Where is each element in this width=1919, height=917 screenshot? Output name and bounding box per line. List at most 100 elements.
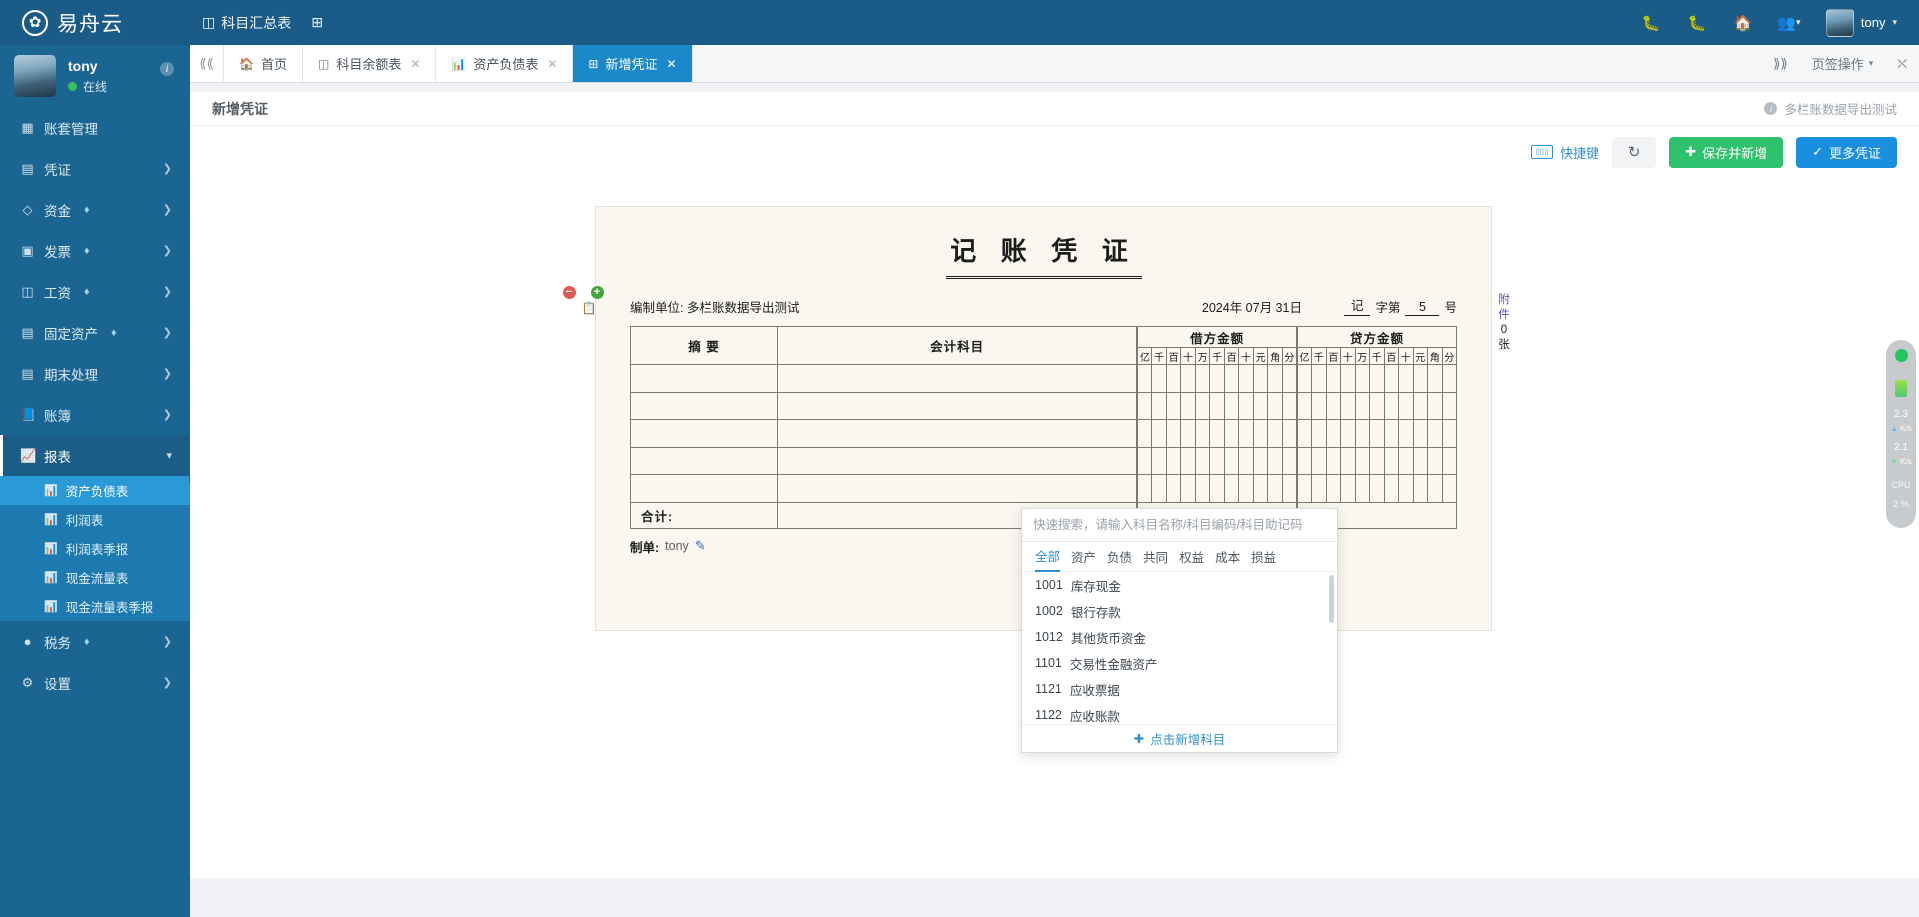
voucher-account-cell[interactable] — [777, 446, 1138, 475]
voucher-debit-digit-cell[interactable] — [1151, 446, 1167, 475]
sidebar-user[interactable]: tony 在线 i — [0, 45, 190, 107]
sidebar-item-account-sets[interactable]: ▦ 账套管理 — [0, 107, 190, 148]
voucher-debit-digit-cell[interactable] — [1267, 446, 1283, 475]
voucher-credit-digit-cell[interactable] — [1340, 391, 1356, 420]
voucher-credit-digit-cell[interactable] — [1383, 364, 1399, 393]
scrollbar-thumb[interactable] — [1329, 575, 1334, 623]
copy-icon[interactable]: 📋 — [582, 301, 597, 315]
voucher-credit-digit-cell[interactable] — [1427, 474, 1443, 503]
voucher-credit-digit-cell[interactable] — [1441, 364, 1457, 393]
voucher-attachment[interactable]: 附件 0 张 — [1493, 293, 1515, 353]
close-icon[interactable]: ✕ — [410, 57, 420, 71]
voucher-debit-digit-cell[interactable] — [1180, 419, 1196, 448]
voucher-summary-cell[interactable] — [630, 419, 778, 448]
voucher-credit-digit-cell[interactable] — [1398, 474, 1414, 503]
tab-new-voucher[interactable]: ⊞ 新增凭证 ✕ — [573, 45, 693, 82]
header-user-menu[interactable]: tony ▾ — [1812, 8, 1905, 37]
voucher-credit-digit-cell[interactable] — [1427, 391, 1443, 420]
voucher-credit-digit-cell[interactable] — [1296, 391, 1312, 420]
voucher-credit-digit-cell[interactable] — [1296, 364, 1312, 393]
voucher-credit-digit-cell[interactable] — [1412, 474, 1428, 503]
voucher-debit-digit-cell[interactable] — [1238, 391, 1254, 420]
voucher-credit-digit-cell[interactable] — [1412, 419, 1428, 448]
sidebar-item-balance-sheet[interactable]: 📊 资产负债表 — [0, 476, 190, 505]
info-icon[interactable]: i — [160, 62, 174, 76]
voucher-debit-digit-cell[interactable] — [1281, 419, 1298, 448]
voucher-credit-digit-cell[interactable] — [1383, 446, 1399, 475]
voucher-summary-cell[interactable] — [630, 474, 778, 503]
voucher-credit-digit-cell[interactable] — [1427, 364, 1443, 393]
voucher-debit-digit-cell[interactable] — [1252, 391, 1269, 420]
save-and-new-button[interactable]: ✚ 保存并新增 — [1669, 136, 1784, 168]
voucher-credit-digit-cell[interactable] — [1369, 364, 1385, 393]
voucher-debit-digit-cell[interactable] — [1223, 474, 1240, 503]
voucher-debit-digit-cell[interactable] — [1165, 446, 1182, 475]
header-menu-item-subject-summary[interactable]: ◫ 科目汇总表 — [202, 13, 291, 33]
voucher-debit-digit-cell[interactable] — [1267, 419, 1283, 448]
voucher-debit-digit-cell[interactable] — [1180, 446, 1196, 475]
voucher-debit-digit-cell[interactable] — [1194, 474, 1211, 503]
voucher-debit-digit-cell[interactable] — [1194, 446, 1211, 475]
sidebar-item-settings[interactable]: ⚙ 设置 ❯ — [0, 662, 190, 703]
voucher-debit-digit-cell[interactable] — [1238, 474, 1254, 503]
voucher-summary-cell[interactable] — [630, 391, 778, 420]
sidebar-item-income-statement-quarterly[interactable]: 📊 利润表季报 — [0, 534, 190, 563]
voucher-debit-digit-cell[interactable] — [1194, 364, 1211, 393]
voucher-credit-digit-cell[interactable] — [1369, 474, 1385, 503]
tab-balance-sheet[interactable]: 📊 资产负债表 ✕ — [436, 45, 574, 82]
voucher-debit-digit-cell[interactable] — [1238, 419, 1254, 448]
voucher-credit-digit-cell[interactable] — [1325, 419, 1341, 448]
users-icon[interactable]: 👥 ▾ — [1766, 0, 1812, 45]
account-list[interactable]: 1001 库存现金 1002 银行存款 1012 其他货币资金 1101 交易性金融资产 112… — [1022, 572, 1337, 724]
voucher-account-cell[interactable] — [777, 474, 1138, 503]
voucher-credit-digit-cell[interactable] — [1354, 391, 1370, 420]
refresh-button[interactable]: ↻ — [1612, 136, 1657, 168]
voucher-debit-digit-cell[interactable] — [1165, 364, 1182, 393]
voucher-debit-digit-cell[interactable] — [1252, 419, 1269, 448]
voucher-debit-digit-cell[interactable] — [1209, 391, 1225, 420]
voucher-debit-digit-cell[interactable] — [1180, 474, 1196, 503]
account-tab-资产[interactable]: 资产 — [1071, 543, 1096, 571]
voucher-date[interactable]: 2024年 07月 31日 — [1202, 297, 1302, 316]
voucher-debit-digit-cell[interactable] — [1165, 419, 1182, 448]
voucher-debit-digit-cell[interactable] — [1223, 391, 1240, 420]
voucher-credit-digit-cell[interactable] — [1311, 391, 1327, 420]
voucher-credit-digit-cell[interactable] — [1354, 419, 1370, 448]
account-tab-负债[interactable]: 负债 — [1107, 543, 1132, 571]
account-search-input[interactable] — [1033, 518, 1326, 532]
voucher-credit-digit-cell[interactable] — [1412, 391, 1428, 420]
sidebar-item-tax[interactable]: ● 税务 ♦ ❯ — [0, 621, 190, 662]
voucher-debit-digit-cell[interactable] — [1136, 364, 1153, 393]
account-option[interactable]: 1121 应收票据 — [1022, 676, 1337, 702]
close-icon[interactable]: ✕ — [547, 57, 557, 71]
voucher-credit-digit-cell[interactable] — [1441, 391, 1457, 420]
voucher-account-cell[interactable] — [777, 419, 1138, 448]
voucher-debit-digit-cell[interactable] — [1151, 474, 1167, 503]
voucher-debit-digit-cell[interactable] — [1252, 364, 1269, 393]
voucher-debit-digit-cell[interactable] — [1223, 364, 1240, 393]
add-account-button[interactable]: ✚ 点击新增科目 — [1022, 724, 1337, 752]
voucher-credit-digit-cell[interactable] — [1311, 364, 1327, 393]
voucher-debit-digit-cell[interactable] — [1136, 391, 1153, 420]
voucher-credit-digit-cell[interactable] — [1325, 446, 1341, 475]
account-tab-共同[interactable]: 共同 — [1143, 543, 1168, 571]
voucher-debit-digit-cell[interactable] — [1194, 391, 1211, 420]
voucher-credit-digit-cell[interactable] — [1296, 474, 1312, 503]
bug-alt-icon[interactable]: 🐛 — [1674, 0, 1720, 45]
voucher-debit-digit-cell[interactable] — [1151, 419, 1167, 448]
bug-icon[interactable]: 🐛 — [1628, 0, 1674, 45]
tab-subject-balance[interactable]: ◫ 科目余额表 ✕ — [302, 45, 437, 82]
voucher-credit-digit-cell[interactable] — [1311, 419, 1327, 448]
voucher-debit-digit-cell[interactable] — [1136, 419, 1153, 448]
account-set-indicator[interactable]: i 多栏账数据导出测试 — [1764, 99, 1897, 118]
voucher-credit-digit-cell[interactable] — [1383, 419, 1399, 448]
account-tab-全部[interactable]: 全部 — [1035, 542, 1061, 572]
voucher-debit-digit-cell[interactable] — [1238, 364, 1254, 393]
account-option[interactable]: 1101 交易性金融资产 — [1022, 650, 1337, 676]
voucher-debit-digit-cell[interactable] — [1180, 364, 1196, 393]
voucher-account-cell[interactable] — [777, 364, 1138, 393]
voucher-credit-digit-cell[interactable] — [1441, 419, 1457, 448]
sidebar-item-voucher[interactable]: ▤ 凭证 ❯ — [0, 148, 190, 189]
account-option[interactable]: 1122 应收账款 — [1022, 702, 1337, 724]
voucher-credit-digit-cell[interactable] — [1369, 446, 1385, 475]
